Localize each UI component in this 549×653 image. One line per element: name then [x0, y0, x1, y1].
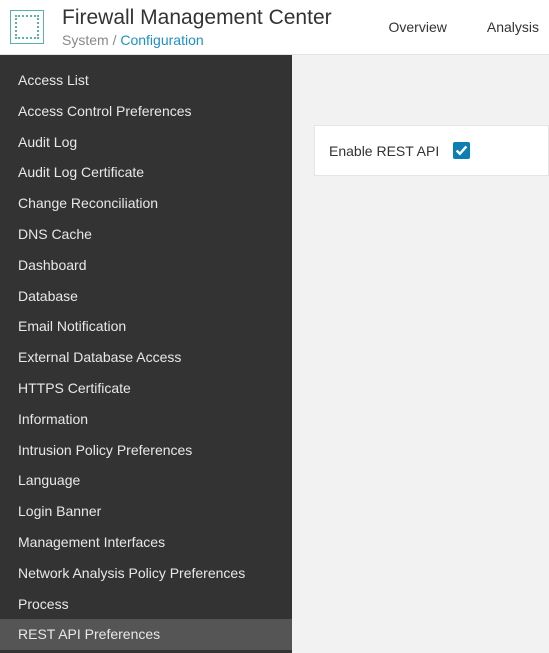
sidebar-item[interactable]: Change Reconciliation — [0, 188, 292, 219]
sidebar-item[interactable]: HTTPS Certificate — [0, 373, 292, 404]
body: Access ListAccess Control PreferencesAud… — [0, 55, 549, 653]
breadcrumb-current[interactable]: Configuration — [120, 32, 203, 48]
sidebar-item[interactable]: Management Interfaces — [0, 527, 292, 558]
nav-tabs: Overview Analysis — [389, 19, 549, 35]
main-content: Enable REST API — [292, 55, 549, 653]
sidebar-item[interactable]: Access List — [0, 65, 292, 96]
breadcrumb: System / Configuration — [62, 32, 332, 49]
sidebar-item[interactable]: External Database Access — [0, 342, 292, 373]
sidebar-item[interactable]: Process — [0, 589, 292, 620]
sidebar-item[interactable]: Audit Log Certificate — [0, 157, 292, 188]
sidebar-item[interactable]: REST API Preferences — [0, 619, 292, 650]
sidebar-item[interactable]: Network Analysis Policy Preferences — [0, 558, 292, 589]
sidebar-item[interactable]: Dashboard — [0, 250, 292, 281]
enable-rest-api-checkbox[interactable] — [453, 142, 470, 159]
breadcrumb-sep: / — [109, 32, 121, 48]
enable-rest-api-label: Enable REST API — [329, 143, 439, 159]
rest-api-panel: Enable REST API — [314, 125, 549, 176]
sidebar-item[interactable]: Information — [0, 404, 292, 435]
sidebar-item[interactable]: Login Banner — [0, 496, 292, 527]
app-logo-icon — [10, 10, 44, 44]
nav-tab-analysis[interactable]: Analysis — [487, 19, 539, 35]
sidebar-item[interactable]: Intrusion Policy Preferences — [0, 435, 292, 466]
app-title: Firewall Management Center — [62, 5, 332, 30]
sidebar-item[interactable]: Audit Log — [0, 127, 292, 158]
checkmark-icon — [455, 144, 468, 157]
sidebar: Access ListAccess Control PreferencesAud… — [0, 55, 292, 653]
nav-tab-overview[interactable]: Overview — [389, 19, 447, 35]
sidebar-item[interactable]: DNS Cache — [0, 219, 292, 250]
title-block: Firewall Management Center System / Conf… — [62, 5, 332, 49]
breadcrumb-root: System — [62, 32, 109, 48]
sidebar-item[interactable]: Language — [0, 465, 292, 496]
sidebar-item[interactable]: Access Control Preferences — [0, 96, 292, 127]
sidebar-item[interactable]: Database — [0, 281, 292, 312]
sidebar-item[interactable]: Email Notification — [0, 311, 292, 342]
app-header: Firewall Management Center System / Conf… — [0, 0, 549, 55]
